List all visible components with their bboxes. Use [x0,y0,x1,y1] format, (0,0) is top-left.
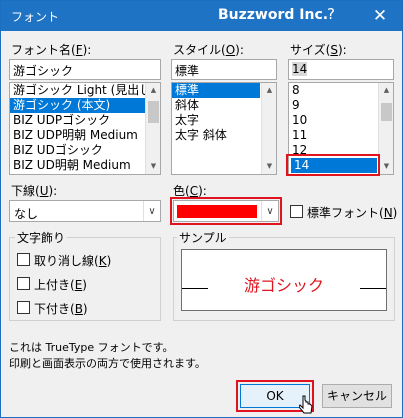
cancel-button[interactable]: キャンセル [322,384,392,408]
strikethrough-label: 取り消し線(K) [34,254,112,268]
brand-watermark: Buzzword Inc. [218,7,329,23]
color-highlight-frame [170,197,282,225]
underline-value: なし [14,207,39,221]
subscript-checkbox[interactable] [17,301,30,314]
dialog-title: フォント [11,10,60,24]
effects-group-title: 文字飾り [15,229,68,246]
scroll-down-icon[interactable]: ▼ [146,159,160,174]
normal-font-label: 標準フォント(N) [307,206,398,220]
superscript-checkbox[interactable] [17,277,30,290]
scroll-down-icon[interactable]: ▼ [379,159,393,174]
font-dialog: フォント Buzzword Inc. ? ✕ フォント名(F): 游ゴシック 游… [0,0,403,418]
underline-label: 下線(U): [11,184,58,198]
font-list-item[interactable]: BIZ UDゴシック [10,143,160,158]
scroll-down-icon[interactable]: ▼ [262,159,276,174]
size-input[interactable]: 14 [288,59,394,80]
font-list-item-selected[interactable]: 游ゴシック (本文) [10,98,160,113]
size-list-scrollbar[interactable]: ▲ ▼ [378,83,393,174]
font-name-input[interactable]: 游ゴシック [9,59,161,80]
sample-text: 游ゴシック [243,276,324,295]
underline-select[interactable]: なし ∨ [9,200,161,222]
scroll-thumb[interactable] [381,103,392,121]
strikethrough-checkbox[interactable] [17,253,30,266]
size-input-value: 14 [292,62,308,76]
style-list-item-selected[interactable]: 標準 [172,83,260,98]
font-list-item[interactable]: BIZ UDP明朝 Medium [10,128,160,143]
style-list[interactable]: 標準 斜体 太字 太字 斜体 ▲ ▼ [171,82,277,175]
superscript-label: 上付き(E) [34,278,87,292]
normal-font-checkbox[interactable] [290,205,303,218]
title-bar: フォント Buzzword Inc. ? ✕ [1,1,402,31]
sample-preview: 游ゴシック [181,249,387,311]
font-list-item[interactable]: BIZ UD明朝 Medium [10,158,160,173]
style-input[interactable]: 標準 [171,59,277,80]
size-highlight-frame [286,154,380,176]
sample-group-title: サンプル [177,229,229,246]
info-line-2: 印刷と画面表示の両方で使用されます。 [9,357,206,370]
font-list-item[interactable]: 游ゴシック Light (見出し) [10,83,160,98]
scroll-up-icon[interactable]: ▲ [146,83,160,98]
style-list-scrollbar[interactable]: ▲ ▼ [261,83,276,174]
font-list-scrollbar[interactable]: ▲ ▼ [145,83,160,174]
font-name-label: フォント名(F): [11,43,92,57]
subscript-label: 下付き(B) [34,302,88,316]
scroll-up-icon[interactable]: ▲ [262,83,276,98]
style-label: スタイル(O): [173,43,244,57]
font-name-list[interactable]: 游ゴシック Light (見出し) 游ゴシック (本文) BIZ UDPゴシック… [9,82,161,175]
scroll-thumb[interactable] [148,101,159,123]
info-line-1: これは TrueType フォントです。 [9,341,174,354]
mouse-cursor-icon [299,395,313,414]
help-button[interactable]: ? [327,5,335,23]
font-list-item[interactable]: BIZ UDPゴシック [10,113,160,128]
size-label: サイズ(S): [290,43,347,57]
scroll-up-icon[interactable]: ▲ [379,83,393,98]
chevron-down-icon[interactable]: ∨ [143,201,160,221]
close-button[interactable]: ✕ [363,3,397,29]
